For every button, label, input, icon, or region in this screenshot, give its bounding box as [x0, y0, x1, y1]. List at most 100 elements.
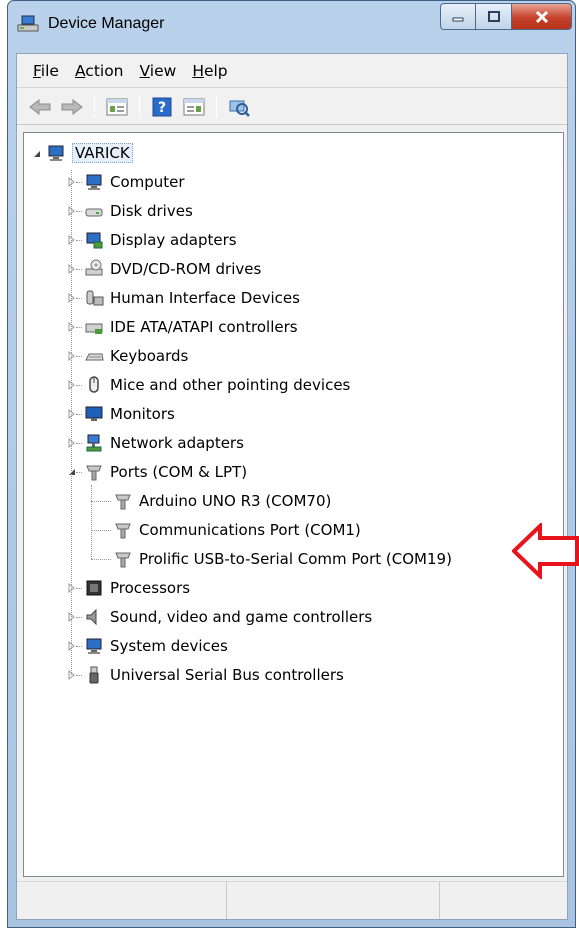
menu-action[interactable]: Action [67, 62, 132, 80]
device-tree[interactable]: VARICK Computer Disk drives Display adapter… [23, 132, 564, 877]
tree-item-category[interactable]: DVD/CD-ROM drives [84, 257, 261, 281]
toolbar: ? [17, 89, 567, 125]
menu-file-accel: F [33, 61, 41, 80]
menu-file[interactable]: File [25, 62, 67, 80]
menu-view-accel: V [139, 61, 150, 80]
tree-item-category[interactable]: Universal Serial Bus controllers [84, 663, 344, 687]
display-adapter-icon [86, 232, 103, 249]
tree-item-label: Computer [110, 173, 185, 191]
tree-item-port[interactable]: Arduino UNO R3 (COM70) [113, 489, 331, 513]
menu-bar: File Action View Help [17, 54, 567, 88]
tree-item-label: Keyboards [110, 347, 189, 365]
help-icon: ? [152, 97, 172, 116]
menu-view[interactable]: View [132, 62, 185, 80]
back-icon [29, 98, 51, 115]
close-icon [535, 10, 548, 23]
tree-connector [76, 240, 82, 241]
window-title: Device Manager [48, 15, 165, 32]
dvd-drive-icon [85, 259, 103, 276]
tree-connector [76, 472, 82, 473]
tree-connector [76, 298, 82, 299]
disk-drive-icon [85, 208, 103, 217]
scan-hardware-button[interactable] [224, 93, 254, 121]
tree-connector [76, 356, 82, 357]
tree-item-category[interactable]: Processors [84, 576, 190, 600]
tree-item-category[interactable]: Ports (COM & LPT) [84, 460, 247, 484]
tree-connector [76, 588, 82, 589]
toolbar-separator [139, 95, 140, 118]
tree-item-port[interactable]: Prolific USB-to-Serial Comm Port (COM19) [113, 547, 452, 571]
tree-connector [76, 269, 82, 270]
tree-item-category[interactable]: Mice and other pointing devices [84, 373, 350, 397]
menu-help-accel: H [192, 61, 204, 80]
svg-text:?: ? [158, 100, 166, 116]
device-manager-icon [17, 15, 39, 32]
back-button[interactable] [25, 93, 55, 121]
tree-item-category[interactable]: Computer [84, 170, 185, 194]
properties-button[interactable] [102, 93, 132, 121]
client-area: File Action View Help ? VARICK Computer … [16, 53, 568, 920]
status-cell [440, 882, 567, 919]
maximize-button[interactable] [476, 3, 512, 30]
update-driver-button[interactable] [179, 93, 209, 121]
tree-connector [76, 443, 82, 444]
tree-connector [91, 530, 111, 531]
tree-connector [76, 414, 82, 415]
tree-item-category[interactable]: Monitors [84, 402, 175, 426]
tree-item-category[interactable]: Keyboards [84, 344, 188, 368]
tree-item-category[interactable]: Display adapters [84, 228, 237, 252]
tree-item-label: Display adapters [110, 231, 237, 249]
tree-item-label: Monitors [110, 405, 175, 423]
menu-help-rest: elp [203, 61, 228, 80]
tree-item-label: Universal Serial Bus controllers [110, 666, 344, 684]
tree-item-label: Network adapters [110, 434, 244, 452]
tree-item-label: Arduino UNO R3 (COM70) [139, 492, 332, 510]
tree-item-category[interactable]: System devices [84, 634, 228, 658]
tree-item-category[interactable]: Sound, video and game controllers [84, 605, 372, 629]
maximize-icon [487, 10, 500, 22]
tree-item-category[interactable]: Human Interface Devices [84, 286, 300, 310]
usb-icon [89, 666, 99, 684]
tree-item-category[interactable]: Disk drives [84, 199, 193, 223]
computer-icon [48, 145, 64, 161]
system-device-icon [86, 638, 102, 654]
title-bar[interactable]: Device Manager [8, 1, 575, 45]
tree-connector [76, 617, 82, 618]
help-button[interactable]: ? [147, 93, 177, 121]
menu-help[interactable]: Help [184, 62, 235, 80]
tree-connector [76, 675, 82, 676]
forward-button[interactable] [57, 93, 87, 121]
computer-icon [86, 174, 102, 190]
status-bar [17, 881, 567, 919]
tree-connector [91, 485, 92, 559]
device-manager-window: Device Manager File Action View Help ? V… [7, 0, 576, 928]
toolbar-separator [94, 95, 95, 118]
red-arrow-icon [512, 523, 579, 579]
properties-icon [106, 98, 128, 115]
tree-connector [91, 501, 111, 502]
menu-file-rest: ile [40, 61, 59, 80]
tree-item-label: IDE ATA/ATAPI controllers [110, 318, 298, 336]
collapse-root-arrow[interactable] [32, 149, 42, 159]
update-driver-icon [183, 98, 205, 115]
tree-item-label: DVD/CD-ROM drives [110, 260, 262, 278]
port-icon [115, 494, 131, 510]
tree-item-label: Processors [110, 579, 191, 597]
tree-connector [76, 182, 82, 183]
minimize-button[interactable] [440, 3, 476, 30]
hid-icon [86, 290, 104, 306]
status-cell [17, 882, 227, 919]
network-adapter-icon [86, 434, 102, 452]
tree-item-category[interactable]: Network adapters [84, 431, 244, 455]
tree-item-category[interactable]: IDE ATA/ATAPI controllers [84, 315, 298, 339]
tree-item-port[interactable]: Communications Port (COM1) [113, 518, 361, 542]
ide-controller-icon [85, 323, 103, 334]
tree-item-label: VARICK [72, 143, 133, 163]
tree-root-varick[interactable]: VARICK [46, 141, 133, 165]
scan-hardware-icon [229, 100, 250, 117]
forward-icon [61, 98, 83, 115]
port-icon [86, 465, 102, 481]
tree-item-label: Human Interface Devices [110, 289, 300, 307]
port-icon [115, 523, 131, 539]
close-button[interactable] [512, 3, 572, 30]
